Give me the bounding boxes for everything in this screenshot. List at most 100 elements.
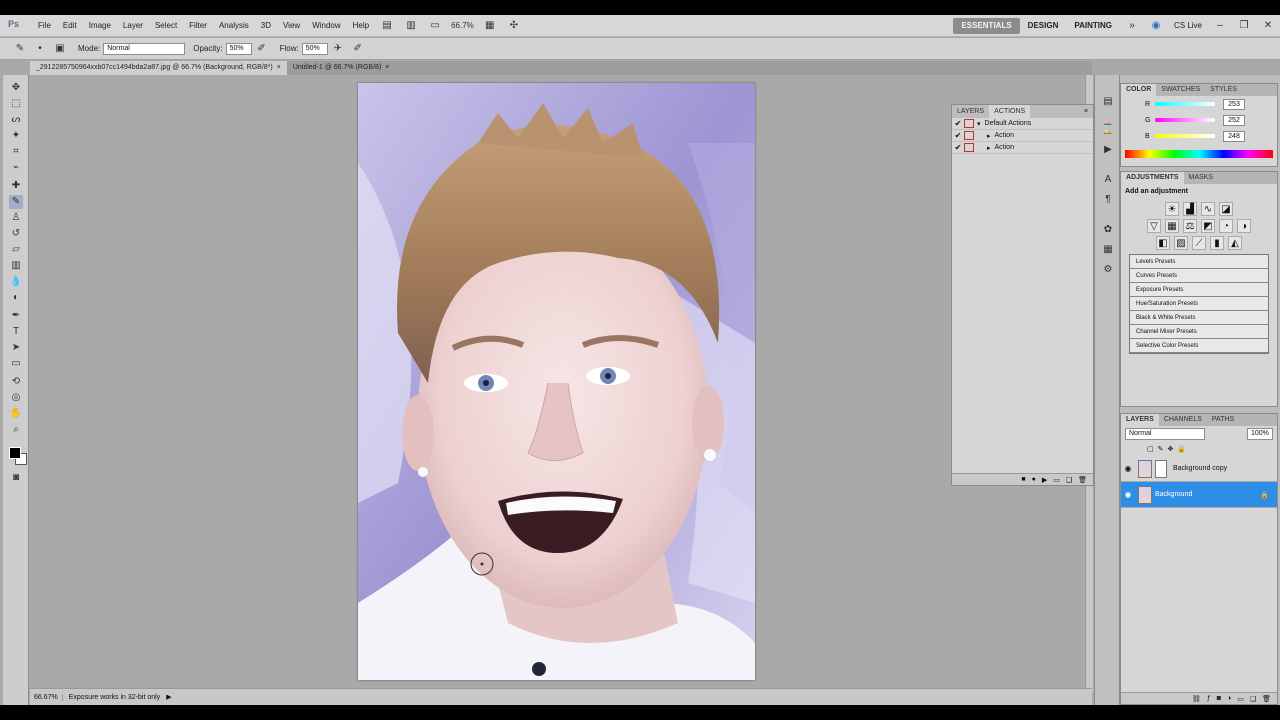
document-tab[interactable]: Untitled-1 @ 66.7% (RGB/8) × <box>287 61 396 75</box>
blur-tool-icon[interactable]: 💧 <box>9 275 23 289</box>
zoom-level[interactable]: 66.7% <box>447 21 478 30</box>
more-workspaces-icon[interactable]: » <box>1124 19 1140 33</box>
lock-transparency-icon[interactable]: ▢ <box>1147 445 1154 453</box>
type-tool-icon[interactable]: T <box>9 325 23 339</box>
stop-icon[interactable]: ■ <box>1021 476 1025 483</box>
new-layer-icon[interactable]: ❑ <box>1250 695 1256 703</box>
brush-presets-icon[interactable]: ✿ <box>1101 223 1115 237</box>
new-group-icon[interactable]: ▭ <box>1237 695 1244 703</box>
threshold-icon[interactable]: ⟋ <box>1192 236 1206 250</box>
green-value[interactable]: 252 <box>1223 114 1245 126</box>
fx-icon[interactable]: ƒ <box>1207 695 1211 702</box>
path-select-tool-icon[interactable]: ➤ <box>9 341 23 355</box>
tab-layers[interactable]: LAYERS <box>1121 414 1159 426</box>
trash-icon[interactable]: 🗑 <box>1262 695 1271 703</box>
tab-swatches[interactable]: SWATCHES <box>1156 84 1205 96</box>
flow-field[interactable]: 50% <box>301 42 328 55</box>
menu-select[interactable]: Select <box>149 21 183 30</box>
healing-brush-icon[interactable]: ✚ <box>9 179 23 193</box>
bridge-icon[interactable]: ▤ <box>379 19 395 33</box>
pressure-size-icon[interactable]: ✐ <box>351 42 365 56</box>
character-icon[interactable]: A <box>1101 173 1115 187</box>
close-icon[interactable]: ✕ <box>1260 19 1276 33</box>
green-slider[interactable] <box>1155 118 1215 122</box>
eraser-tool-icon[interactable]: ▱ <box>9 243 23 257</box>
lock-position-icon[interactable]: ✥ <box>1168 445 1174 453</box>
minibridge-icon[interactable]: ▥ <box>403 19 419 33</box>
exposure-icon[interactable]: ◪ <box>1219 202 1233 216</box>
marquee-tool-icon[interactable]: ⬚ <box>9 97 23 111</box>
action-row[interactable]: ✔ ▸ Action <box>952 142 1093 154</box>
brush-tool-icon[interactable]: ✎ <box>9 195 23 209</box>
quick-select-tool-icon[interactable]: ✦ <box>9 129 23 143</box>
shape-tool-icon[interactable]: ▭ <box>9 357 23 371</box>
airbrush-icon[interactable]: ✈ <box>331 42 345 56</box>
mini-bridge-icon[interactable]: ▤ <box>1101 95 1115 109</box>
layer-mask-thumbnail[interactable] <box>1155 459 1167 478</box>
clone-source-icon[interactable]: ▦ <box>1101 243 1115 257</box>
canvas-area[interactable] <box>30 75 1092 688</box>
paragraph-icon[interactable]: ¶ <box>1101 193 1115 207</box>
dialog-toggle-icon[interactable] <box>964 131 974 140</box>
status-arrow-icon[interactable]: ▶ <box>166 693 171 701</box>
blend-mode-select[interactable]: Normal <box>1125 428 1205 440</box>
check-icon[interactable]: ✔ <box>952 143 964 152</box>
expand-icon[interactable]: ▸ <box>987 132 991 140</box>
expand-icon[interactable]: ▾ <box>977 120 981 128</box>
blue-value[interactable]: 248 <box>1223 130 1245 142</box>
action-set-row[interactable]: ✔ ▾ Default Actions <box>952 118 1093 130</box>
check-icon[interactable]: ✔ <box>952 119 964 128</box>
cs-live-label[interactable]: CS Live <box>1168 21 1208 30</box>
menu-view[interactable]: View <box>277 21 306 30</box>
eyedropper-tool-icon[interactable]: ⌁ <box>9 161 23 175</box>
gradient-map-icon[interactable]: ▮ <box>1210 236 1224 250</box>
tab-styles[interactable]: STYLES <box>1205 84 1242 96</box>
red-value[interactable]: 253 <box>1223 98 1245 110</box>
lock-all-icon[interactable]: 🔒 <box>1177 445 1186 453</box>
layer-row[interactable]: ◉ Background copy <box>1121 456 1277 482</box>
dialog-toggle-icon[interactable] <box>964 119 974 128</box>
check-icon[interactable]: ✔ <box>952 131 964 140</box>
quick-mask-icon[interactable]: ◙ <box>9 471 23 485</box>
tab-color[interactable]: COLOR <box>1121 84 1157 96</box>
pen-tool-icon[interactable]: ✒ <box>9 309 23 323</box>
brush-panel-icon[interactable]: ▣ <box>53 42 67 56</box>
curves-icon[interactable]: ∿ <box>1201 202 1215 216</box>
play-icon[interactable]: ▶ <box>1042 476 1047 484</box>
preset-item[interactable]: Hue/Saturation Presets <box>1130 297 1268 311</box>
brush-size-icon[interactable]: • <box>33 42 47 56</box>
vibrance-icon[interactable]: ▽ <box>1147 219 1161 233</box>
brush-tool-preset-icon[interactable]: ✎ <box>13 42 27 56</box>
zoom-tool-icon[interactable]: ⌕ <box>9 423 23 437</box>
add-mask-icon[interactable]: ◙ <box>1217 695 1221 702</box>
dodge-tool-icon[interactable]: ◐ <box>9 291 23 305</box>
tab-adjustments[interactable]: ADJUSTMENTS <box>1121 172 1184 184</box>
screen-mode-icon[interactable]: ✣ <box>506 19 522 33</box>
move-tool-icon[interactable]: ✥ <box>9 81 23 95</box>
visibility-eye-icon[interactable]: ◉ <box>1121 464 1135 473</box>
black-white-icon[interactable]: ◩ <box>1201 219 1215 233</box>
hand-tool-icon[interactable]: ✋ <box>9 407 23 421</box>
menu-image[interactable]: Image <box>83 21 117 30</box>
tab-close-icon[interactable]: × <box>385 64 389 71</box>
visibility-eye-icon[interactable]: ◉ <box>1121 490 1135 499</box>
tab-close-icon[interactable]: × <box>277 64 281 71</box>
preset-item[interactable]: Selective Color Presets <box>1130 339 1268 353</box>
lasso-tool-icon[interactable]: ᔕ <box>9 113 23 127</box>
foreground-color-swatch[interactable] <box>9 447 21 459</box>
channel-mixer-icon[interactable]: ◑ <box>1237 219 1251 233</box>
invert-icon[interactable]: ◧ <box>1156 236 1170 250</box>
menu-edit[interactable]: Edit <box>57 21 83 30</box>
photo-filter-icon[interactable]: ◔ <box>1219 219 1233 233</box>
menu-help[interactable]: Help <box>347 21 375 30</box>
extras-icon[interactable]: ▭ <box>427 19 443 33</box>
preset-item[interactable]: Levels Presets <box>1130 255 1268 269</box>
adjustment-layer-icon[interactable]: ◑ <box>1227 695 1231 702</box>
lock-pixels-icon[interactable]: ✎ <box>1158 445 1164 453</box>
trash-icon[interactable]: 🗑 <box>1078 476 1087 484</box>
tab-masks[interactable]: MASKS <box>1184 172 1219 184</box>
link-layers-icon[interactable]: ⛓ <box>1192 695 1201 703</box>
preset-item[interactable]: Curves Presets <box>1130 269 1268 283</box>
selective-color-icon[interactable]: ◭ <box>1228 236 1242 250</box>
3d-orbit-tool-icon[interactable]: ◎ <box>9 391 23 405</box>
